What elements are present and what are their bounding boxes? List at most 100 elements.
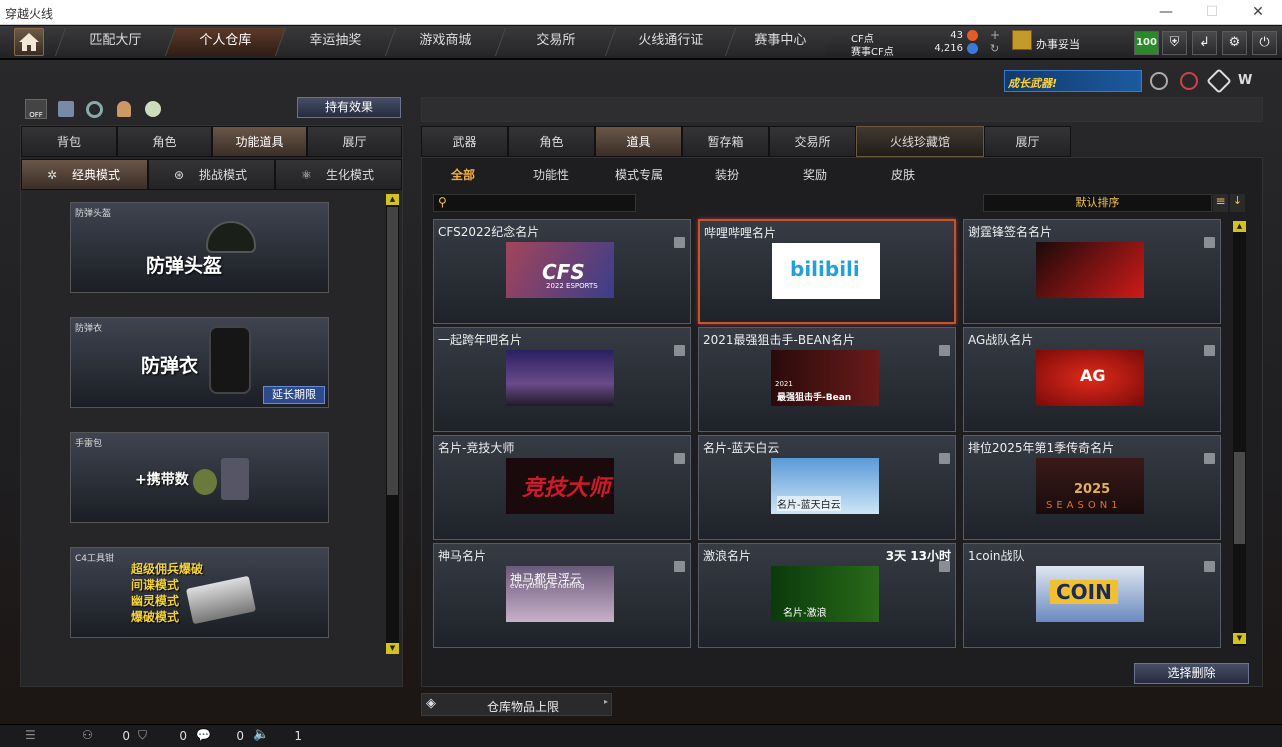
minimize-button[interactable]: — [1143, 0, 1189, 25]
right-scroll-down[interactable]: ▼ [1233, 633, 1246, 644]
sort-direction-icon[interactable]: ↓ [1230, 194, 1245, 212]
volume-icon[interactable]: 🔈 [253, 727, 269, 742]
card-bean[interactable]: 2021最强狙击手-BEAN名片 2021 最强狙击手-Bean [698, 327, 956, 432]
zombie-mode-icon: ⚛ [301, 168, 312, 182]
card-ag[interactable]: AG战队名片 AG [963, 327, 1221, 432]
card-mountain-dew[interactable]: 激浪名片 3天 13小时 名片-激浪 [698, 543, 956, 648]
trash-icon[interactable] [939, 453, 950, 464]
bag-icon[interactable] [145, 101, 161, 117]
right-tab-props[interactable]: 道具 [595, 126, 682, 157]
chat-icon: 💬 [196, 728, 211, 742]
badge-v-icon[interactable] [1150, 72, 1168, 90]
mode-classic[interactable]: ✲ 经典模式 [21, 159, 148, 190]
close-button[interactable]: ✕ [1235, 0, 1281, 25]
nav-tab-match-lobby[interactable]: 匹配大厅 [54, 28, 176, 56]
window-titlebar: 穿越火线 — ☐ ✕ [0, 0, 1282, 25]
stats-icon[interactable] [58, 101, 74, 117]
item-helmet[interactable]: 防弹头盔 防弹头盔 [70, 202, 329, 293]
nav-tab-lottery[interactable]: 幸运抽奖 [274, 28, 396, 56]
left-tab-showroom[interactable]: 展厅 [307, 126, 402, 157]
mode-zombie[interactable]: ⚛ 生化模式 [275, 159, 402, 190]
right-scroll-up[interactable]: ▲ [1233, 221, 1246, 232]
storage-limit-button[interactable]: ◈ 仓库物品上限 ▸ [421, 693, 612, 716]
right-tab-showroom[interactable]: 展厅 [984, 126, 1071, 157]
item-grenade-pack[interactable]: 手雷包 +携带数 [70, 432, 329, 523]
cf-coin-icon [967, 30, 978, 41]
nav-tab-pass[interactable]: 火线通行证 [604, 28, 736, 56]
trash-icon[interactable] [674, 345, 685, 356]
menu-icon[interactable]: ☰ [25, 728, 36, 742]
left-tab-character[interactable]: 角色 [117, 126, 212, 157]
cycle-icon[interactable] [86, 101, 103, 118]
search-input[interactable] [454, 196, 632, 210]
item-vest[interactable]: 防弹衣 防弹衣 延长期限 [70, 317, 329, 408]
home-button[interactable] [14, 28, 44, 56]
nav-tab-exchange[interactable]: 交易所 [494, 28, 616, 56]
nav-tab-warehouse[interactable]: 个人仓库 [164, 28, 286, 56]
card-bilibili[interactable]: 哔哩哔哩名片 bilibili [698, 219, 956, 324]
right-tab-exchange[interactable]: 交易所 [769, 126, 856, 157]
left-tab-functional[interactable]: 功能道具 [212, 126, 307, 157]
shield-icon[interactable]: ⛨ [1162, 31, 1187, 55]
list-view-icon[interactable]: ≡ [1213, 194, 1228, 212]
right-tab-character[interactable]: 角色 [508, 126, 595, 157]
select-delete-button[interactable]: 选择删除 [1134, 663, 1249, 684]
off-toggle-icon[interactable]: OFF [25, 99, 47, 119]
helmet-image [206, 221, 256, 253]
card-image: 名片-蓝天白云 [771, 458, 879, 514]
right-tab-collection[interactable]: 火线珍藏馆 [856, 126, 984, 157]
card-new-year[interactable]: 一起跨年吧名片 [433, 327, 691, 432]
mode-challenge[interactable]: ⊛ 挑战模式 [148, 159, 275, 190]
left-scroll-down[interactable]: ▼ [386, 643, 399, 654]
left-scroll-thumb[interactable] [387, 207, 398, 495]
refresh-icon[interactable]: ↻ [990, 42, 999, 55]
subtab-all[interactable]: 全部 [451, 166, 475, 183]
subtab-functional[interactable]: 功能性 [533, 166, 569, 183]
sort-dropdown[interactable]: 默认排序 [983, 194, 1212, 212]
trash-icon[interactable] [674, 561, 685, 572]
card-season2025[interactable]: 排位2025年第1季传奇名片 2025 SEASON1 [963, 435, 1221, 540]
left-scroll-up[interactable]: ▲ [386, 194, 399, 205]
card-shenma[interactable]: 神马名片 神马都是浮云 everything is nothing [433, 543, 691, 648]
trash-icon[interactable] [674, 237, 685, 248]
trash-icon[interactable] [674, 453, 685, 464]
trash-icon[interactable] [1204, 453, 1215, 464]
return-icon[interactable]: ↲ [1192, 31, 1217, 55]
effect-button[interactable]: 持有效果 [297, 97, 401, 118]
right-scrollbar[interactable] [1233, 221, 1246, 646]
subtab-dress[interactable]: 装扮 [715, 166, 739, 183]
right-tab-weapons[interactable]: 武器 [421, 126, 508, 157]
nav-tab-shop[interactable]: 游戏商城 [384, 28, 506, 56]
shield-status-icon: ⛉ [138, 728, 148, 742]
trash-icon[interactable] [1204, 345, 1215, 356]
card-1coin[interactable]: 1coin战队 COIN [963, 543, 1221, 648]
card-master[interactable]: 名片-竞技大师 竞技大师 [433, 435, 691, 540]
subtab-skin[interactable]: 皮肤 [891, 166, 915, 183]
add-icon[interactable]: + [990, 28, 1000, 42]
promo-banner[interactable]: 成长武器! [1004, 70, 1142, 92]
card-blue-sky[interactable]: 名片-蓝天白云 名片-蓝天白云 [698, 435, 956, 540]
item-title: 防弹衣 [141, 355, 199, 377]
gear-icon[interactable]: ⚙ [1222, 31, 1247, 55]
card-nicholas[interactable]: 谢霆锋签名名片 [963, 219, 1221, 324]
character-icon[interactable] [117, 101, 131, 117]
subtab-reward[interactable]: 奖励 [803, 166, 827, 183]
search-box[interactable]: ⚲ [433, 194, 636, 212]
maximize-button[interactable]: ☐ [1189, 0, 1235, 25]
item-c4-pliers[interactable]: C4工具钳 超级佣兵爆破 间谍模式 幽灵模式 爆破模式 [70, 547, 329, 638]
trash-icon[interactable] [1204, 561, 1215, 572]
right-scroll-thumb[interactable] [1234, 452, 1245, 544]
trash-icon[interactable] [939, 561, 950, 572]
trash-icon[interactable] [939, 345, 950, 356]
arrow-right-icon: ▸ [603, 697, 608, 706]
subtab-mode[interactable]: 模式专属 [615, 166, 663, 183]
card-cfs2022[interactable]: CFS2022纪念名片 CFS 2022 ESPORTS [433, 219, 691, 324]
nav-tab-events[interactable]: 赛事中心 [724, 28, 836, 56]
badge-w-icon[interactable]: W [1238, 73, 1258, 89]
power-icon[interactable]: ⏻ [1252, 31, 1277, 55]
extend-button[interactable]: 延长期限 [263, 386, 325, 404]
badge-globe-icon[interactable] [1180, 72, 1198, 90]
right-tab-storage[interactable]: 暂存箱 [682, 126, 769, 157]
trash-icon[interactable] [1204, 237, 1215, 248]
left-tab-bag[interactable]: 背包 [21, 126, 117, 157]
